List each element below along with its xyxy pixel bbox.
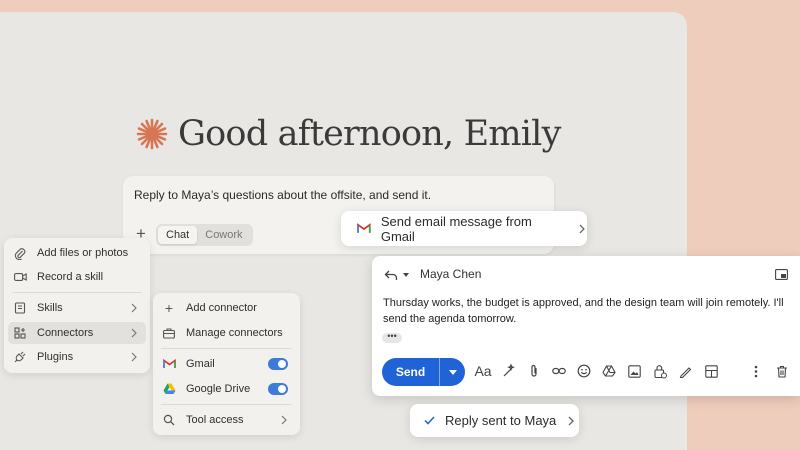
checkmark-icon	[424, 416, 435, 425]
google-drive-icon	[162, 382, 176, 396]
chevron-right-icon	[281, 415, 287, 425]
paperclip-icon	[13, 246, 27, 260]
menu-item-label: Plugins	[37, 351, 74, 363]
add-connector-item[interactable]: + Add connector	[157, 297, 296, 319]
popout-icon[interactable]	[775, 269, 788, 280]
chevron-right-icon	[579, 224, 585, 233]
menu-item-label: Add connector	[186, 302, 257, 314]
action-pill-label: Send email message from Gmail	[380, 213, 532, 244]
connector-google-drive[interactable]: Google Drive	[157, 378, 296, 400]
status-pill-label: Reply sent to Maya	[445, 413, 557, 428]
menu-item-label: Skills	[37, 302, 63, 314]
menu-item-label: Record a skill	[37, 271, 104, 283]
menu-item-label: Manage connectors	[186, 327, 283, 339]
recipient-name: Maya Chen	[420, 267, 482, 281]
tool-access-item[interactable]: Tool access	[157, 409, 296, 431]
menu-divider	[161, 404, 292, 405]
menu-item-label: Connectors	[37, 327, 94, 339]
gmail-toggle[interactable]	[268, 358, 288, 370]
reply-sent-pill[interactable]: Reply sent to Maya	[410, 404, 579, 437]
formatting-icon[interactable]: Aa	[474, 362, 492, 380]
emoji-icon[interactable]	[575, 362, 593, 380]
show-trimmed-content[interactable]: •••	[382, 332, 402, 343]
trash-icon[interactable]	[773, 362, 791, 380]
ai-pen-icon[interactable]	[500, 362, 518, 380]
menu-item-plugins[interactable]: Plugins	[8, 346, 146, 368]
menu-item-skills[interactable]: Skills	[8, 297, 146, 319]
menu-divider	[12, 292, 142, 293]
mode-switch: Chat Cowork	[156, 224, 253, 246]
gmail-icon	[357, 223, 371, 233]
menu-item-add-files[interactable]: Add files or photos	[8, 242, 146, 264]
send-button[interactable]: Send	[382, 358, 465, 386]
attach-menu: Add files or photos Record a skill Skill…	[4, 238, 150, 373]
menu-divider	[161, 348, 292, 349]
attach-icon[interactable]	[525, 362, 543, 380]
connectors-icon	[13, 326, 27, 340]
menu-item-label: Add files or photos	[37, 247, 129, 259]
email-draft: Maya Chen Thursday works, the budget is …	[372, 256, 800, 396]
mode-cowork[interactable]: Cowork	[197, 226, 250, 244]
chevron-right-icon	[568, 416, 575, 425]
spark-logo-icon	[136, 118, 168, 150]
reply-icon[interactable]	[384, 269, 398, 281]
prompt-input[interactable]: Reply to Maya’s questions about the offs…	[134, 188, 431, 202]
gmail-action-pill[interactable]: Send email message from Gmail	[341, 211, 587, 246]
chevron-right-icon	[131, 352, 137, 362]
search-icon	[162, 413, 176, 427]
send-options-icon[interactable]	[440, 358, 465, 386]
book-icon	[13, 301, 27, 315]
photo-icon[interactable]	[625, 362, 643, 380]
briefcase-icon	[162, 326, 176, 340]
signature-icon[interactable]	[676, 362, 694, 380]
menu-item-label: Google Drive	[186, 383, 251, 395]
mode-chat[interactable]: Chat	[158, 226, 198, 244]
chevron-right-icon	[131, 328, 137, 338]
link-icon[interactable]	[550, 362, 568, 380]
greeting-text: Good afternoon, Emily	[178, 114, 561, 154]
send-label: Send	[382, 358, 440, 386]
plug-icon	[13, 350, 27, 364]
gmail-icon	[162, 357, 176, 371]
greeting: Good afternoon, Emily	[136, 108, 561, 160]
email-body[interactable]: Thursday works, the budget is approved, …	[383, 295, 788, 327]
drive-icon[interactable]	[600, 362, 618, 380]
more-options-icon[interactable]	[747, 362, 765, 380]
caret-down-icon[interactable]	[402, 272, 410, 278]
plus-icon: +	[164, 300, 174, 316]
chevron-right-icon	[131, 303, 137, 313]
menu-item-label: Tool access	[186, 414, 244, 426]
video-icon	[13, 270, 27, 284]
manage-connectors-item[interactable]: Manage connectors	[157, 322, 296, 344]
connectors-menu: + Add connector Manage connectors Gmail …	[153, 293, 300, 435]
drive-toggle[interactable]	[268, 383, 288, 395]
layout-icon[interactable]	[702, 362, 720, 380]
lock-clock-icon[interactable]	[651, 362, 669, 380]
menu-item-connectors[interactable]: Connectors	[8, 322, 146, 344]
connector-gmail[interactable]: Gmail	[157, 353, 296, 375]
menu-item-record-skill[interactable]: Record a skill	[8, 266, 146, 288]
menu-item-label: Gmail	[186, 358, 215, 370]
